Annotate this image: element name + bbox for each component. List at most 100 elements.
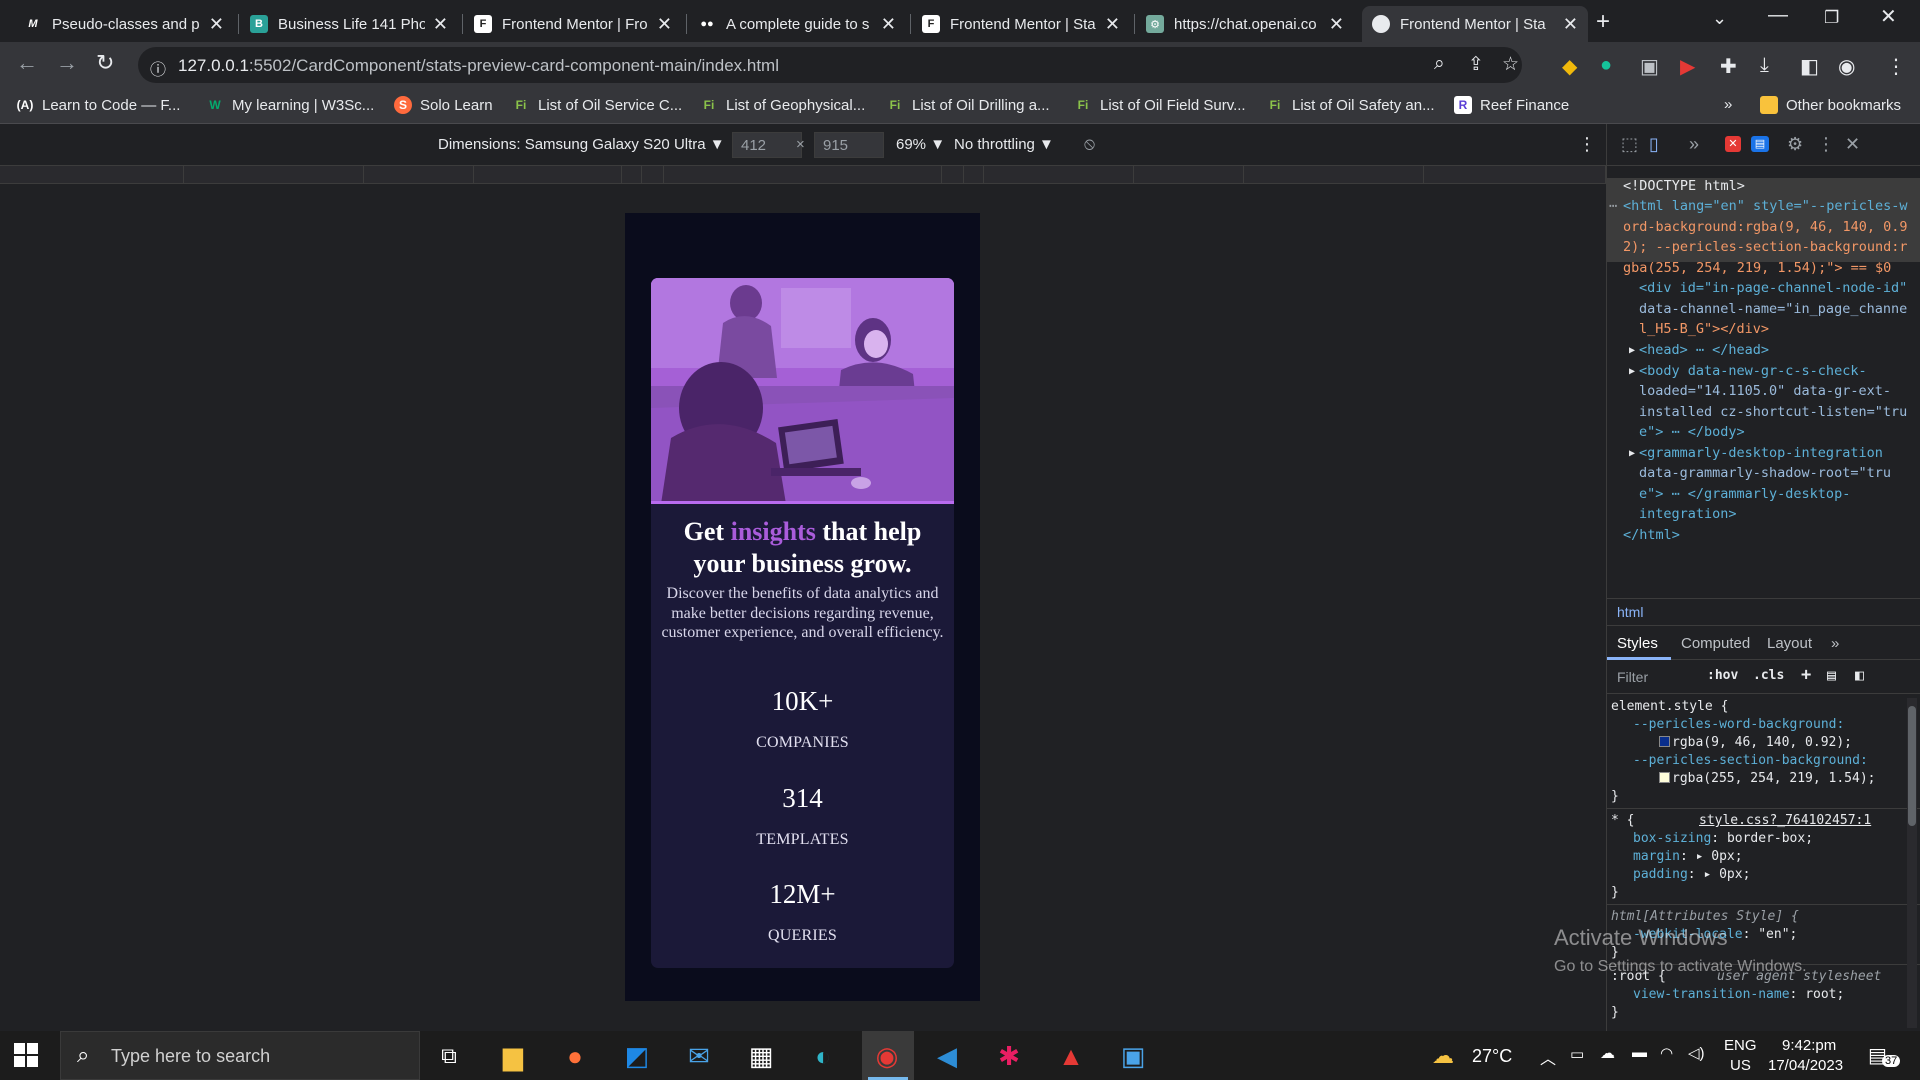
file-explorer-icon[interactable]: ▆ [496, 1039, 530, 1073]
add-rule-icon[interactable]: + [1801, 665, 1811, 685]
expand-triangle-icon[interactable]: ▶ [1629, 444, 1635, 465]
device-more-icon[interactable]: ⋮ [1578, 134, 1596, 155]
css-var-section-background[interactable]: --pericles-section-background: [1633, 752, 1868, 770]
dom-grammarly-end[interactable]: integration> [1639, 504, 1737, 525]
dom-html-style-end[interactable]: gba(255, 254, 219, 1.54);"> == $0 [1623, 258, 1891, 279]
new-tab-button[interactable]: + [1596, 8, 1610, 36]
rotate-icon[interactable]: ⦸ [1084, 134, 1095, 154]
close-icon[interactable]: ✕ [433, 14, 448, 35]
ruler-segment[interactable] [474, 166, 622, 184]
tab-complete-guide[interactable]: ●● A complete guide to s ✕ [688, 6, 906, 42]
temperature[interactable]: 27°C [1472, 1046, 1512, 1067]
ruler-segment[interactable] [1244, 166, 1424, 184]
bookmark-star-icon[interactable]: ☆ [1502, 53, 1519, 76]
clock-time[interactable]: 9:42:pm [1782, 1037, 1836, 1054]
dom-body-end[interactable]: e"> ⋯ </body> [1639, 422, 1745, 443]
dom-div-attr[interactable]: data-channel-name="in_page_channe [1639, 299, 1907, 320]
tab-frontend-mentor-active[interactable]: Frontend Mentor | Sta ✕ [1362, 6, 1588, 42]
css-view-transition[interactable]: view-transition-name: root; [1633, 986, 1844, 1004]
weather-icon[interactable]: ☁ [1432, 1043, 1454, 1069]
ruler-segment[interactable] [1134, 166, 1244, 184]
firefox-icon[interactable]: ● [558, 1039, 592, 1073]
start-button[interactable] [14, 1043, 38, 1067]
tab-more[interactable]: » [1831, 635, 1839, 652]
photos-icon[interactable]: ▣ [1116, 1039, 1150, 1073]
css-var-section-background-value[interactable]: rgba(255, 254, 219, 1.54); [1659, 770, 1876, 788]
bookmark-oil-field-surv[interactable]: Fi List of Oil Field Surv... [1074, 96, 1246, 114]
other-bookmarks-folder[interactable]: Other bookmarks [1760, 96, 1901, 114]
menu-kebab-icon[interactable]: ⋮ [1886, 54, 1906, 79]
styles-filter-input[interactable]: Filter [1617, 669, 1648, 685]
device-dimensions-dropdown[interactable]: Dimensions: Samsung Galaxy S20 Ultra ▼ [438, 136, 725, 153]
tab-business-life[interactable]: B Business Life 141 Phot ✕ [240, 6, 458, 42]
devtools-menu-icon[interactable]: ⋮ [1817, 134, 1835, 155]
dom-grammarly-end[interactable]: e"> ⋯ </grammarly-desktop- [1639, 484, 1850, 505]
back-button[interactable]: ← [16, 50, 38, 76]
tab-pseudo-classes[interactable]: M Pseudo-classes and p ✕ [14, 6, 234, 42]
css-box-sizing[interactable]: box-sizing: border-box; [1633, 830, 1813, 848]
css-var-word-background[interactable]: --pericles-word-background: [1633, 716, 1844, 734]
ruler-segment[interactable] [364, 166, 474, 184]
share-icon[interactable]: ⇪ [1468, 53, 1484, 76]
bookmark-oil-drilling[interactable]: Fi List of Oil Drilling a... [886, 96, 1050, 114]
side-panel-icon[interactable]: ◧ [1800, 54, 1819, 79]
extension-icon[interactable]: ▣ [1640, 54, 1659, 79]
color-swatch[interactable] [1659, 772, 1670, 783]
ruler-segment[interactable] [984, 166, 1134, 184]
tab-chat-openai[interactable]: ⚙ https://chat.openai.co ✕ [1136, 6, 1354, 42]
zoom-search-icon[interactable]: ⌕ [1434, 53, 1445, 75]
dom-div-end[interactable]: l_H5-B_G"></div> [1639, 319, 1769, 340]
mail-icon[interactable]: ✉ [682, 1039, 716, 1073]
dom-head-node[interactable]: <head> ⋯ </head> [1639, 340, 1769, 361]
dom-grammarly-node[interactable]: <grammarly-desktop-integration [1639, 443, 1883, 464]
bookmark-learn-to-code[interactable]: (A) Learn to Code — F... [16, 96, 181, 114]
acrobat-icon[interactable]: ▲ [1054, 1039, 1088, 1073]
dom-body-attr[interactable]: installed cz-shortcut-listen="tru [1639, 402, 1907, 423]
reload-button[interactable]: ↻ [96, 50, 114, 76]
wifi-icon[interactable]: ◠ [1660, 1044, 1673, 1062]
language-indicator[interactable]: ENG [1724, 1037, 1757, 1054]
tab-frontend-mentor-2[interactable]: F Frontend Mentor | Sta ✕ [912, 6, 1130, 42]
tab-styles[interactable]: Styles [1617, 635, 1658, 652]
dom-doctype[interactable]: <!DOCTYPE html> [1623, 176, 1745, 197]
settings-gear-icon[interactable]: ⚙ [1787, 134, 1803, 155]
chrome-icon[interactable]: ◉ [870, 1039, 904, 1073]
profile-avatar-icon[interactable]: ◉ [1838, 54, 1855, 79]
ruler-segment[interactable] [642, 166, 664, 184]
site-info-icon[interactable]: ⓘ [150, 56, 166, 80]
edge-icon[interactable]: ◐ [806, 1039, 840, 1073]
device-height-input[interactable]: 915 [814, 132, 884, 158]
tab-search-chevron-icon[interactable]: ⌄ [1712, 8, 1727, 29]
close-icon[interactable]: ✕ [881, 14, 896, 35]
volume-icon[interactable]: ◁) [1688, 1044, 1705, 1062]
bookmark-w3schools[interactable]: W My learning | W3Sc... [206, 96, 374, 114]
tab-layout[interactable]: Layout [1767, 635, 1812, 652]
bookmark-oil-service[interactable]: Fi List of Oil Service C... [512, 96, 683, 114]
rule-element-style[interactable]: element.style { [1611, 698, 1728, 716]
close-window-button[interactable]: ✕ [1880, 4, 1897, 29]
issues-icon[interactable]: ▤ [1751, 136, 1769, 152]
dom-body-attr[interactable]: loaded="14.1105.0" data-gr-ext- [1639, 381, 1891, 402]
binance-extension-icon[interactable]: ◆ [1562, 54, 1577, 79]
ruler-segment[interactable] [942, 166, 964, 184]
css-margin[interactable]: margin: ▸ 0px; [1633, 848, 1743, 866]
dom-ellipsis-icon[interactable]: ⋯ [1609, 196, 1617, 217]
dom-html-style-cont[interactable]: 2); --pericles-section-background:r [1623, 237, 1907, 258]
throttling-dropdown[interactable]: No throttling ▼ [954, 136, 1054, 153]
ruler-segment[interactable] [184, 166, 364, 184]
tray-chevron-icon[interactable]: ︿ [1540, 1045, 1556, 1069]
dom-grammarly-attr[interactable]: data-grammarly-shadow-root="tru [1639, 463, 1891, 484]
close-icon[interactable]: ✕ [1105, 14, 1120, 35]
recorder-extension-icon[interactable]: ▶ [1680, 54, 1695, 79]
stylesheet-link[interactable]: style.css?_764102457:1 [1699, 812, 1871, 830]
vscode-icon[interactable]: ◀ [930, 1039, 964, 1073]
breadcrumb-html[interactable]: html [1617, 604, 1643, 620]
task-view-icon[interactable]: ⧉ [432, 1039, 466, 1073]
bookmark-oil-safety[interactable]: Fi List of Oil Safety an... [1266, 96, 1435, 114]
minimize-button[interactable]: — [1768, 4, 1788, 27]
slack-icon[interactable]: ✱ [992, 1039, 1026, 1073]
dom-html-open[interactable]: <html lang="en" style="--pericles-w [1623, 196, 1907, 217]
dom-body-node[interactable]: <body data-new-gr-c-s-check- [1639, 361, 1867, 382]
device-icon[interactable]: ▭ [1570, 1045, 1584, 1063]
forward-button[interactable]: → [56, 50, 78, 76]
